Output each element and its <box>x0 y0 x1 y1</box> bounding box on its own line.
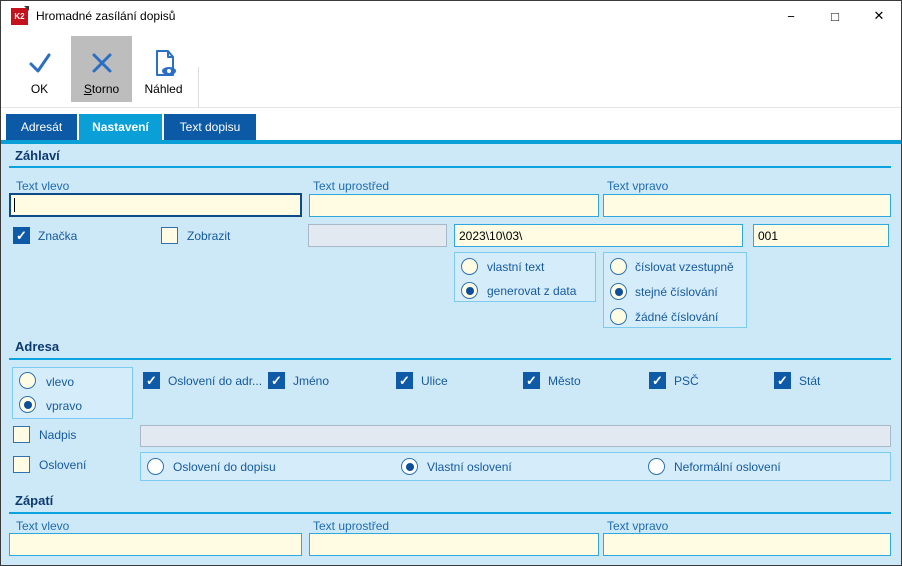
stat-checkbox[interactable] <box>774 372 791 389</box>
jmeno-label: Jméno <box>293 374 330 388</box>
vlastni-text-label: vlastní text <box>487 260 545 274</box>
window-controls: − □ ✕ <box>769 1 901 31</box>
footer-left-label: Text vlevo <box>16 519 70 533</box>
ok-button[interactable]: OK <box>9 36 70 102</box>
tab-bar: Adresát Nastavení Text dopisu <box>1 108 901 144</box>
stejne-cislovani-radio[interactable] <box>610 283 627 300</box>
osloveni-do-adresy-checkbox[interactable] <box>143 372 160 389</box>
osloveni-label: Oslovení <box>39 458 87 472</box>
cislovat-vzestupne-radio[interactable] <box>610 258 627 275</box>
active-tab-strip <box>1 140 901 144</box>
ok-check-icon <box>24 44 56 82</box>
tab-nastaveni[interactable]: Nastavení <box>79 114 162 140</box>
header-right-label: Text vpravo <box>607 179 669 193</box>
vpravo-label: vpravo <box>46 399 83 413</box>
storno-button-label: Storno <box>83 82 120 96</box>
cancel-x-icon <box>86 44 118 82</box>
vlastni-osloveni-radio[interactable] <box>401 458 418 475</box>
cislovat-vzestupne-label: číslovat vzestupně <box>635 260 734 274</box>
section-title-adresa: Adresa <box>15 339 60 354</box>
zadne-cislovani-label: žádné číslování <box>635 310 719 324</box>
ulice-label: Ulice <box>421 374 448 388</box>
generovat-z-data-label: generovat z data <box>487 284 577 298</box>
k2-logo-icon: K2 <box>11 5 29 25</box>
header-right-input[interactable] <box>603 194 891 217</box>
window-title: Hromadné zasílání dopisů <box>36 9 176 23</box>
footer-right-label: Text vpravo <box>607 519 669 533</box>
nadpis-input <box>140 425 891 447</box>
neformalni-osloveni-label: Neformální oslovení <box>674 460 781 474</box>
section-divider <box>9 166 891 168</box>
header-center-label: Text uprostřed <box>313 179 390 193</box>
footer-center-input[interactable] <box>309 533 599 556</box>
header-left-input[interactable] <box>9 193 302 217</box>
stat-label: Stát <box>799 374 821 388</box>
osloveni-do-dopisu-radio[interactable] <box>147 458 164 475</box>
zadne-cislovani-radio[interactable] <box>610 308 627 325</box>
nahled-button-label: Náhled <box>144 82 183 96</box>
mesto-checkbox[interactable] <box>523 372 540 389</box>
vlastni-osloveni-label: Vlastní oslovení <box>427 460 512 474</box>
section-divider <box>9 512 891 514</box>
znacka-date-input[interactable] <box>454 224 743 247</box>
ok-button-label: OK <box>30 82 49 96</box>
ulice-checkbox[interactable] <box>396 372 413 389</box>
generovat-z-data-radio[interactable] <box>461 282 478 299</box>
osloveni-do-adresy-label: Oslovení do adr... <box>168 374 263 388</box>
stejne-cislovani-label: stejné číslování <box>635 285 718 299</box>
close-icon[interactable]: ✕ <box>857 1 901 31</box>
tab-text-dopisu[interactable]: Text dopisu <box>164 114 256 140</box>
znacka-checkbox[interactable] <box>13 227 30 244</box>
osloveni-do-dopisu-label: Oslovení do dopisu <box>173 460 276 474</box>
mesto-label: Město <box>548 374 581 388</box>
vpravo-radio[interactable] <box>19 396 36 413</box>
vlastni-text-radio[interactable] <box>461 258 478 275</box>
osloveni-checkbox[interactable] <box>13 456 30 473</box>
znacka-disabled-input <box>308 224 447 247</box>
tab-adresat[interactable]: Adresát <box>6 114 77 140</box>
nahled-button[interactable]: Náhled <box>133 36 194 102</box>
section-divider <box>9 358 891 360</box>
vlevo-label: vlevo <box>46 375 75 389</box>
text-caret <box>14 198 15 212</box>
dialog-window: K2 Hromadné zasílání dopisů − □ ✕ OK Sto… <box>0 0 902 566</box>
toolbar: OK Storno Náhled <box>1 31 901 131</box>
minimize-icon[interactable]: − <box>769 1 813 31</box>
jmeno-checkbox[interactable] <box>268 372 285 389</box>
footer-left-input[interactable] <box>9 533 302 556</box>
title-bar: K2 Hromadné zasílání dopisů − □ ✕ <box>1 1 901 31</box>
storno-button[interactable]: Storno <box>71 36 132 102</box>
header-center-input[interactable] <box>309 194 599 217</box>
nadpis-checkbox[interactable] <box>13 426 30 443</box>
footer-right-input[interactable] <box>603 533 891 556</box>
znacka-number-input[interactable] <box>753 224 889 247</box>
nadpis-label: Nadpis <box>39 428 77 442</box>
znacka-label: Značka <box>38 229 78 243</box>
section-title-zapati: Zápatí <box>15 493 54 508</box>
psc-label: PSČ <box>674 374 699 388</box>
zobrazit-label: Zobrazit <box>187 229 231 243</box>
section-title-zahlavi: Záhlaví <box>15 148 60 163</box>
psc-checkbox[interactable] <box>649 372 666 389</box>
header-left-label: Text vlevo <box>16 179 70 193</box>
footer-center-label: Text uprostřed <box>313 519 390 533</box>
maximize-icon[interactable]: □ <box>813 1 857 31</box>
zobrazit-checkbox[interactable] <box>161 227 178 244</box>
neformalni-osloveni-radio[interactable] <box>648 458 665 475</box>
preview-document-icon <box>148 44 180 82</box>
vlevo-radio[interactable] <box>19 372 36 389</box>
